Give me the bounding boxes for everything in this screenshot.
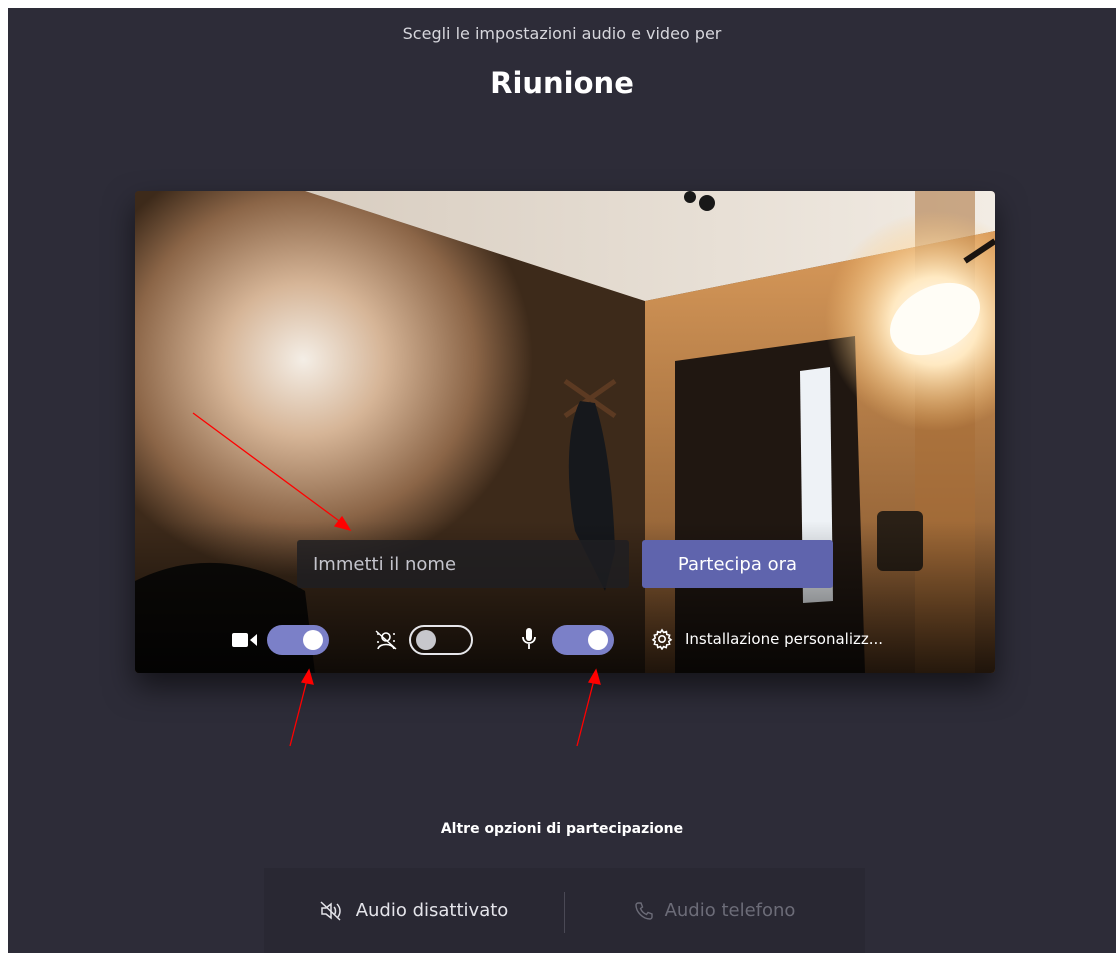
other-options-title: Altre opzioni di partecipazione <box>440 821 684 837</box>
speaker-off-icon <box>320 900 341 921</box>
page-subtitle: Scegli le impostazioni audio e video per <box>402 24 722 43</box>
phone-icon <box>634 901 653 920</box>
custom-setup-button[interactable]: Installazione personalizz... <box>651 625 883 653</box>
background-blur-toggle[interactable] <box>409 625 473 655</box>
teams-prejoin-screen: Scegli le impostazioni audio e video per… <box>8 8 1116 953</box>
camera-toggle[interactable] <box>267 625 329 655</box>
microphone-toggle[interactable] <box>552 625 614 655</box>
camera-toggle-knob <box>303 630 323 650</box>
video-preview: Partecipa ora <box>135 191 995 673</box>
other-join-options: Audio disattivato Audio telefono <box>264 868 865 953</box>
name-input[interactable] <box>297 540 629 588</box>
background-blur-toggle-knob <box>416 630 436 650</box>
phone-audio-label: Audio telefono <box>664 900 796 921</box>
annotation-arrow-mic-toggle <box>576 675 596 747</box>
audio-off-option[interactable]: Audio disattivato <box>264 868 564 953</box>
audio-off-label: Audio disattivato <box>355 900 509 921</box>
gear-icon <box>651 628 673 650</box>
camera-feed-image <box>135 191 995 673</box>
custom-setup-label: Installazione personalizz... <box>685 630 884 648</box>
background-blur-icon <box>375 630 397 650</box>
join-now-button[interactable]: Partecipa ora <box>642 540 833 588</box>
camera-icon <box>232 633 257 647</box>
microphone-icon <box>522 628 536 649</box>
microphone-toggle-knob <box>588 630 608 650</box>
meeting-title: Riunione <box>490 66 634 100</box>
phone-audio-option[interactable]: Audio telefono <box>565 868 865 953</box>
annotation-arrow-camera-toggle <box>289 675 309 747</box>
